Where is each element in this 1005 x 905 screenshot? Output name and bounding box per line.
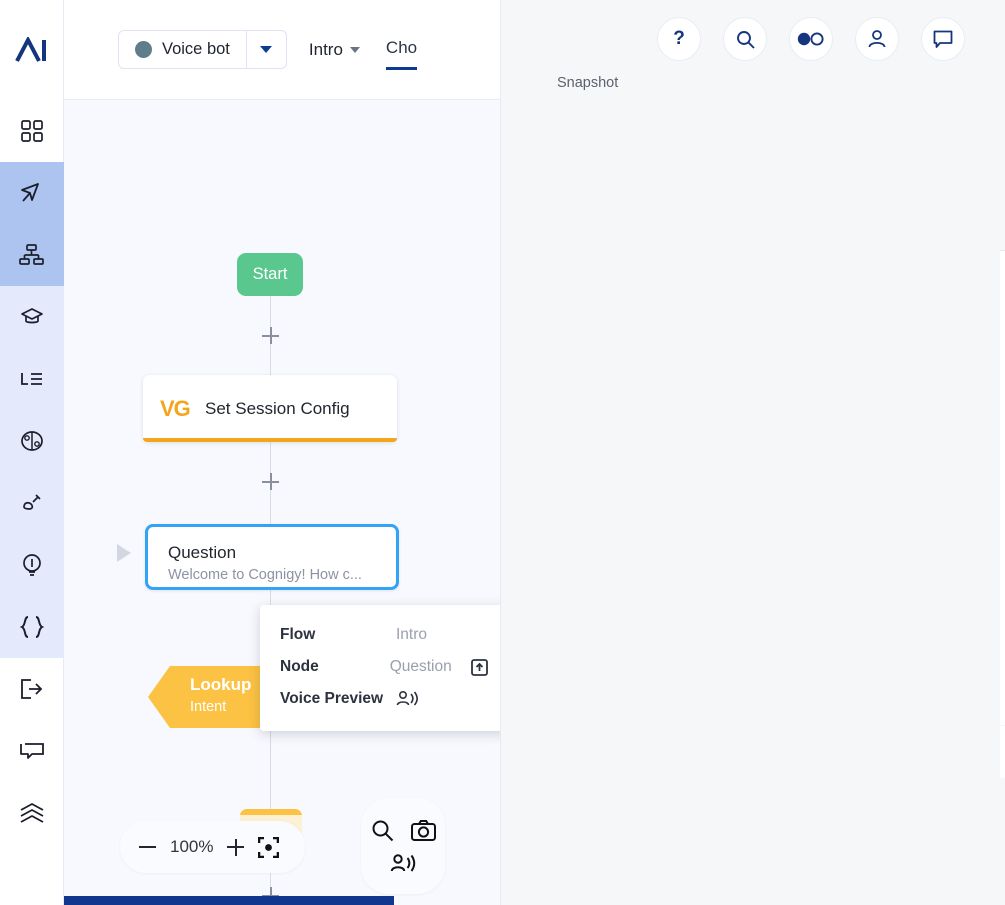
bot-selector-name: Voice bot bbox=[119, 31, 246, 68]
sidebar-secondary-group bbox=[0, 286, 64, 658]
zoom-level-label: 100% bbox=[170, 837, 214, 856]
sidebar-item-deploy[interactable] bbox=[0, 658, 64, 720]
apps-grid-icon bbox=[20, 120, 43, 142]
node-start[interactable]: Start bbox=[237, 253, 303, 296]
lexicon-icon bbox=[20, 371, 44, 387]
bot-selector-caret[interactable] bbox=[245, 31, 286, 68]
sidebar-item-flows[interactable] bbox=[0, 162, 64, 224]
voice-preview-icon[interactable] bbox=[396, 690, 418, 708]
toggle-icon[interactable] bbox=[789, 17, 833, 61]
node-accent-bar bbox=[240, 809, 302, 815]
camera-icon[interactable] bbox=[410, 819, 436, 841]
bot-status-dot bbox=[135, 41, 152, 58]
bot-selector[interactable]: Voice bot bbox=[118, 30, 287, 69]
node-accent-bar bbox=[143, 438, 397, 442]
chat-icon[interactable] bbox=[921, 17, 965, 61]
tab-chart[interactable]: Cho bbox=[385, 38, 418, 70]
sidebar-item-code[interactable] bbox=[0, 596, 64, 658]
canvas-tools-row-1 bbox=[371, 819, 436, 842]
left-navigation-rail bbox=[0, 0, 64, 905]
add-node-button[interactable] bbox=[262, 327, 279, 344]
sidebar-item-extensions[interactable] bbox=[0, 472, 64, 534]
layers-icon bbox=[19, 802, 45, 824]
node-title: Question bbox=[168, 543, 237, 562]
sidebar-item-flow-structure[interactable] bbox=[0, 224, 64, 286]
chat-bubbles-icon bbox=[19, 741, 45, 761]
node-title: Lookup bbox=[190, 675, 252, 694]
fit-to-screen-icon[interactable] bbox=[258, 836, 280, 858]
tab-chat-channel[interactable] bbox=[1000, 726, 1005, 778]
node-subtitle: Intent bbox=[190, 699, 227, 715]
help-icon[interactable]: ? bbox=[657, 17, 701, 61]
popup-row-flow: Flow Intro bbox=[280, 619, 488, 651]
panel-divider bbox=[500, 0, 501, 905]
channel-tabs bbox=[1000, 726, 1005, 778]
cognigy-logo bbox=[0, 0, 63, 100]
plug-icon bbox=[20, 493, 44, 513]
curly-braces-icon bbox=[19, 616, 45, 638]
chevron-down-icon bbox=[260, 46, 273, 53]
flow-name-label: Intro bbox=[308, 39, 343, 59]
search-icon[interactable] bbox=[371, 819, 394, 842]
bottom-progress-bar bbox=[64, 896, 394, 905]
sidebar-active-group bbox=[0, 162, 64, 286]
chat-transcript[interactable]: "language": "en-US", "vendor": "microsof… bbox=[1000, 251, 1005, 725]
popup-row-node: Node Question bbox=[280, 651, 488, 683]
canvas-tools bbox=[361, 798, 445, 894]
chevron-down-icon bbox=[349, 46, 360, 53]
popup-row-voice-preview[interactable]: Voice Preview bbox=[280, 683, 488, 715]
voice-preview-icon[interactable] bbox=[390, 853, 416, 874]
node-question[interactable]: Question Welcome to Cognigy! How c... bbox=[145, 524, 399, 590]
brain-icon bbox=[20, 430, 44, 452]
popup-key: Flow bbox=[280, 626, 316, 643]
zoom-in-button[interactable] bbox=[227, 838, 245, 856]
node-title: Set Session Config bbox=[205, 399, 350, 418]
popup-value: Intro bbox=[396, 626, 428, 643]
snapshot-label: Snapshot bbox=[557, 75, 619, 91]
interaction-panel: ? Snapshot No Snapshot Intro TES bbox=[500, 0, 1005, 905]
sidebar-item-training[interactable] bbox=[0, 286, 64, 348]
call-area bbox=[1000, 778, 1005, 905]
node-hover-popup: Flow Intro Node Question Voice Preview bbox=[260, 605, 500, 731]
zoom-out-button[interactable] bbox=[139, 846, 156, 848]
top-toolbar: Voice bot Intro Cho bbox=[64, 0, 500, 100]
zoom-controls: 100% bbox=[120, 821, 305, 873]
popup-value: Question bbox=[389, 658, 452, 675]
popup-key: Node bbox=[280, 658, 319, 675]
node-type-icon-vg: VG bbox=[160, 396, 191, 421]
flow-canvas[interactable]: Start VG Set Session Config Question Wel… bbox=[64, 100, 500, 905]
panel-header-icons: ? bbox=[500, 0, 1005, 61]
logout-arrow-icon bbox=[20, 679, 44, 699]
sidebar-item-insights[interactable] bbox=[0, 534, 64, 596]
user-account-icon[interactable] bbox=[855, 17, 899, 61]
org-chart-icon bbox=[19, 244, 44, 266]
flow-pointer-icon bbox=[19, 181, 44, 206]
sidebar-item-lexicons[interactable] bbox=[0, 348, 64, 410]
canvas-tools-row-2 bbox=[390, 853, 416, 874]
sidebar-item-nlu[interactable] bbox=[0, 410, 64, 472]
sidebar-item-layers[interactable] bbox=[0, 782, 64, 844]
node-start-label: Start bbox=[252, 265, 288, 283]
node-set-session-config[interactable]: VG Set Session Config bbox=[143, 375, 397, 442]
flow-selector[interactable]: Intro bbox=[309, 40, 360, 60]
graduation-cap-icon bbox=[20, 307, 44, 327]
sidebar-item-apps[interactable] bbox=[0, 100, 64, 162]
top-tabs: Cho bbox=[385, 0, 418, 99]
run-from-node-icon[interactable] bbox=[117, 544, 131, 562]
open-external-icon[interactable] bbox=[471, 658, 488, 676]
bot-name-label: Voice bot bbox=[162, 40, 230, 58]
lightbulb-icon bbox=[21, 553, 43, 577]
sidebar-item-conversations[interactable] bbox=[0, 720, 64, 782]
app-root: Voice bot Intro Cho Start VG Set Session… bbox=[0, 0, 1005, 905]
popup-key: Voice Preview bbox=[280, 690, 384, 707]
search-icon[interactable] bbox=[723, 17, 767, 61]
add-node-button[interactable] bbox=[262, 473, 279, 490]
node-subtitle: Welcome to Cognigy! How c... bbox=[168, 567, 362, 583]
